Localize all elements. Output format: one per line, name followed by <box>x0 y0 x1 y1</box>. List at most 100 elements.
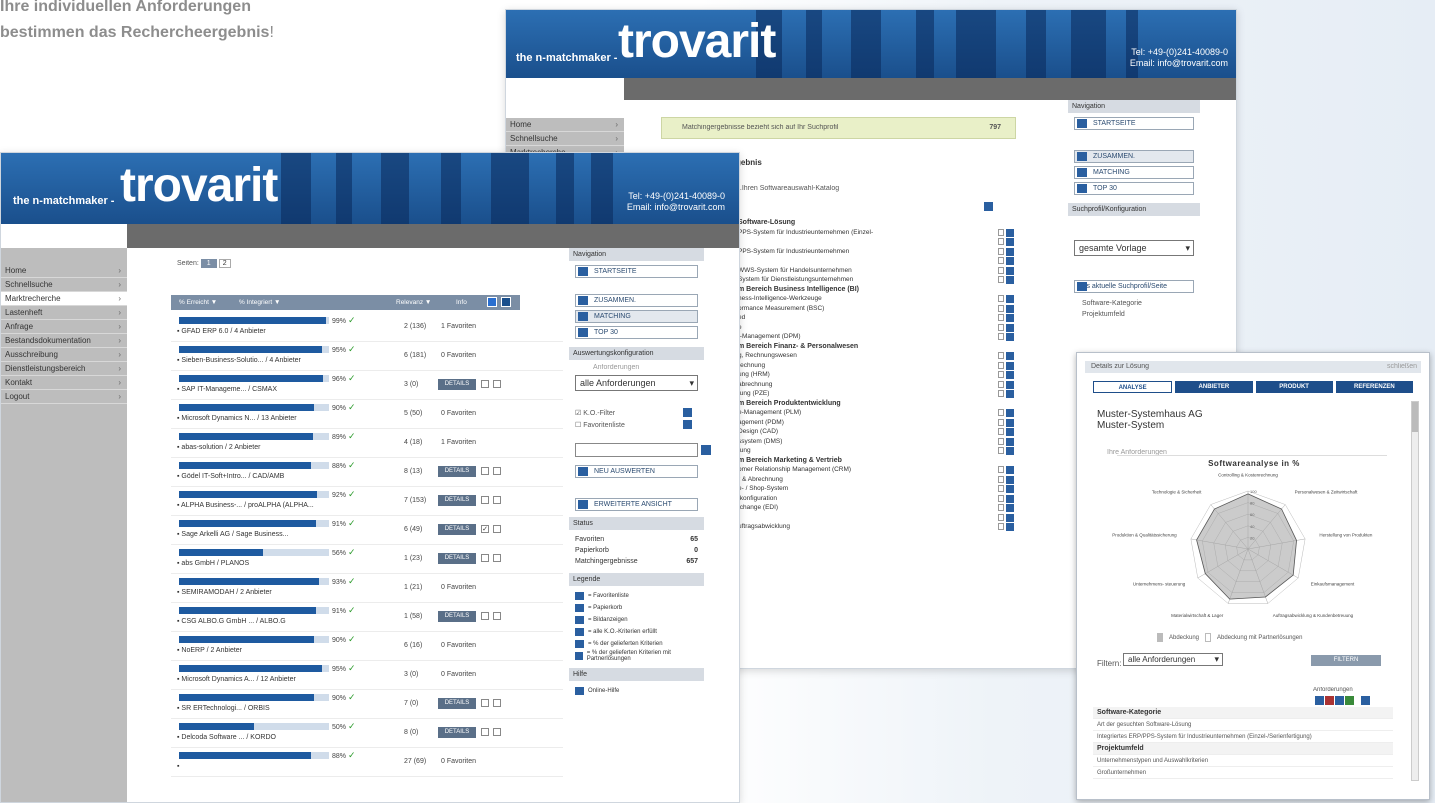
back-item[interactable]: PPS-System für Industrieunternehmen (Ein… <box>738 228 1018 238</box>
back-save-profile-button[interactable]: als aktuelle Suchprofil/Seite <box>1074 280 1194 293</box>
back-item[interactable]: agement (PDM) <box>738 418 1018 428</box>
rating-icon-2[interactable] <box>1325 696 1334 705</box>
solution-name[interactable]: ▪ Microsoft Dynamics A... / 12 Anbieter <box>177 676 296 683</box>
solution-name[interactable]: ▪ ALPHA Business-... / proALPHA (ALPHA..… <box>177 502 314 509</box>
back-tree-1[interactable]: Software-Kategorie <box>1068 296 1200 307</box>
back-nav-item[interactable]: Home <box>506 118 624 132</box>
back-item[interactable]: t-Management (DPM) <box>738 332 1018 342</box>
front-nav-item[interactable]: Anfrage <box>1 320 127 334</box>
item-checkbox[interactable] <box>998 390 1004 397</box>
solution-name[interactable]: ▪ SAP IT-Manageme... / CSMAX <box>177 386 277 393</box>
item-checkbox[interactable] <box>998 418 1004 426</box>
remove-icon[interactable] <box>1006 513 1014 522</box>
lock-icon[interactable] <box>984 202 993 211</box>
favorite-checkbox[interactable] <box>481 467 489 475</box>
remove-icon[interactable] <box>1006 380 1014 389</box>
remove-icon[interactable] <box>1006 466 1014 474</box>
front-nav-item[interactable]: Kontakt <box>1 376 127 390</box>
item-checkbox[interactable] <box>998 361 1004 369</box>
back-start-button[interactable]: STARTSEITE <box>1074 117 1194 130</box>
details-button[interactable]: DETAILS <box>438 495 476 506</box>
back-item[interactable] <box>738 256 1018 266</box>
solution-name[interactable]: ▪ Sieben-Business-Solutio... / 4 Anbiete… <box>177 357 301 364</box>
back-item[interactable]: tung (PZE) <box>738 389 1018 399</box>
remove-icon[interactable] <box>1006 295 1014 303</box>
remove-icon[interactable] <box>1006 504 1014 512</box>
remove-icon[interactable] <box>1006 228 1014 237</box>
item-checkbox[interactable] <box>998 504 1004 511</box>
favorite-checkbox[interactable] <box>481 380 489 388</box>
back-zusammen-button[interactable]: ZUSAMMEN. <box>1074 150 1194 163</box>
remove-icon[interactable] <box>1006 523 1014 531</box>
front-zusammen-button[interactable]: ZUSAMMEN. <box>575 294 698 307</box>
filter-input[interactable] <box>575 443 711 457</box>
front-nav-item[interactable]: Ausschreibung <box>1 348 127 362</box>
trash-checkbox[interactable] <box>493 467 501 475</box>
remove-icon[interactable] <box>1006 371 1014 379</box>
solution-name[interactable]: ▪ abs GmbH / PLANOS <box>177 560 249 567</box>
item-checkbox[interactable] <box>998 380 1004 388</box>
back-item[interactable]: r & Abrechnung <box>738 475 1018 485</box>
solution-name[interactable]: ▪ NoERP / 2 Anbieter <box>177 647 242 654</box>
favorite-checkbox[interactable] <box>481 728 489 736</box>
back-item[interactable]: PPS-System für Industrieunternehmen <box>738 247 1018 257</box>
item-checkbox[interactable] <box>998 352 1004 359</box>
back-item[interactable]: e <box>738 323 1018 333</box>
rating-icon-3[interactable] <box>1335 696 1344 705</box>
trash-checkbox[interactable] <box>493 380 501 388</box>
back-item[interactable]: Design (CAD) <box>738 427 1018 437</box>
back-item[interactable]: omer Relationship Management (CRM) <box>738 465 1018 475</box>
remove-icon[interactable] <box>1006 333 1014 341</box>
back-item[interactable]: rechnung <box>738 361 1018 371</box>
item-checkbox[interactable] <box>998 523 1004 530</box>
remove-icon[interactable] <box>1006 257 1014 265</box>
front-nav-item[interactable]: Home <box>1 264 127 278</box>
solution-name[interactable]: ▪ Gödel IT-Soft+Intro... / CAD/AMB <box>177 473 284 480</box>
solution-name[interactable]: ▪ GFAD ERP 6.0 / 4 Anbieter <box>177 328 266 335</box>
online-help-link[interactable]: Online-Hilfe <box>569 685 704 697</box>
solution-name[interactable]: ▪ SEMIRAMODAH / 2 Anbieter <box>177 589 272 596</box>
item-checkbox[interactable] <box>998 304 1004 312</box>
favorite-checkbox[interactable] <box>481 554 489 562</box>
back-matching-button[interactable]: MATCHING <box>1074 166 1194 179</box>
details-button[interactable]: DETAILS <box>438 611 476 622</box>
header-icon-2[interactable] <box>501 297 511 307</box>
remove-icon[interactable] <box>1006 304 1014 313</box>
details-button[interactable]: DETAILS <box>438 379 476 390</box>
back-item[interactable]: tung <box>738 446 1018 456</box>
remove-icon[interactable] <box>1006 266 1014 275</box>
rating-icon-5[interactable] <box>1361 696 1370 705</box>
back-item[interactable]: ness-Intelligence-Werkzeuge <box>738 294 1018 304</box>
solution-name[interactable]: ▪ SR ERTechnologi... / ORBIS <box>177 705 270 712</box>
item-checkbox[interactable] <box>998 238 1004 245</box>
rating-icon-1[interactable] <box>1315 696 1324 705</box>
front-nav-item[interactable]: Lastenheft <box>1 306 127 320</box>
trash-checkbox[interactable] <box>493 612 501 620</box>
item-checkbox[interactable] <box>998 437 1004 445</box>
back-item[interactable]: WWS-System für Handelsunternehmen <box>738 266 1018 276</box>
back-item[interactable]: abrechnung <box>738 380 1018 390</box>
remove-icon[interactable] <box>1006 314 1014 322</box>
remove-icon[interactable] <box>1006 352 1014 360</box>
back-item[interactable]: System für Dienstleistungsunternehmen <box>738 275 1018 285</box>
item-checkbox[interactable] <box>998 466 1004 473</box>
remove-icon[interactable] <box>1006 475 1014 484</box>
details-button[interactable]: DETAILS <box>438 553 476 564</box>
item-checkbox[interactable] <box>998 428 1004 435</box>
front-nav-item[interactable]: Bestandsdokumentation <box>1 334 127 348</box>
remove-icon[interactable] <box>1006 437 1014 446</box>
details-button[interactable]: DETAILS <box>438 698 476 709</box>
remove-icon[interactable] <box>1006 238 1014 246</box>
details-button[interactable]: DETAILS <box>438 727 476 738</box>
page-2-button[interactable]: 2 <box>218 259 231 268</box>
item-checkbox[interactable] <box>998 409 1004 416</box>
item-checkbox[interactable] <box>998 266 1004 274</box>
back-item[interactable] <box>738 237 1018 247</box>
item-checkbox[interactable] <box>998 333 1004 340</box>
remove-icon[interactable] <box>1006 447 1014 455</box>
remove-icon[interactable] <box>1006 276 1014 284</box>
item-checkbox[interactable] <box>998 314 1004 321</box>
back-logo[interactable]: trovarit <box>618 14 776 69</box>
back-item[interactable]: tkonfiguration <box>738 494 1018 504</box>
requirement-row[interactable]: Art der gesuchten Software-Lösung <box>1093 719 1393 731</box>
